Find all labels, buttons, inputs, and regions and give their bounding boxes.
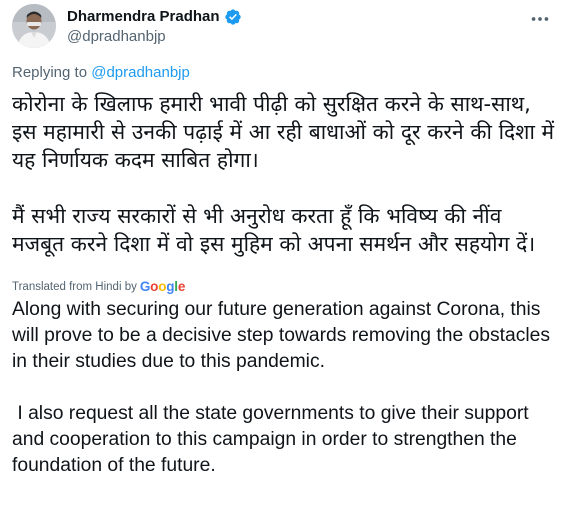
profile-photo [12,4,56,48]
author-name[interactable]: Dharmendra Pradhan [67,7,220,26]
original-paragraph-1: कोरोना के खिलाफ हमारी भावी पीढ़ी को सुरक… [12,92,555,172]
tweet-text-translated: Along with securing our future generatio… [12,297,560,479]
replying-to-handle-link[interactable]: @dpradhanbjp [91,64,190,81]
tweet-text-original: कोरोना के खिलाफ हमारी भावी पीढ़ी को सुरक… [12,90,557,258]
translated-paragraph-1: Along with securing our future generatio… [12,299,556,372]
author-handle[interactable]: @dpradhanbjp [67,27,242,47]
original-paragraph-2: मैं सभी राज्य सरकारों से भी अनुरोध करता … [12,204,536,256]
translated-paragraph-2: I also request all the state governments… [12,403,534,476]
tweet-header: Dharmendra Pradhan @dpradhanbjp [12,4,553,48]
translation-label: Translated from Hindi by [12,280,137,293]
verified-badge-icon [224,8,241,25]
avatar[interactable] [12,4,56,48]
author-info: Dharmendra Pradhan @dpradhanbjp [67,7,242,47]
replying-to: Replying to @dpradhanbjp [12,64,190,81]
translation-attribution: Translated from Hindi by Google [12,279,185,294]
google-logo[interactable]: Google [140,279,186,294]
more-options-icon[interactable] [529,8,551,30]
replying-to-prefix: Replying to [12,64,88,81]
